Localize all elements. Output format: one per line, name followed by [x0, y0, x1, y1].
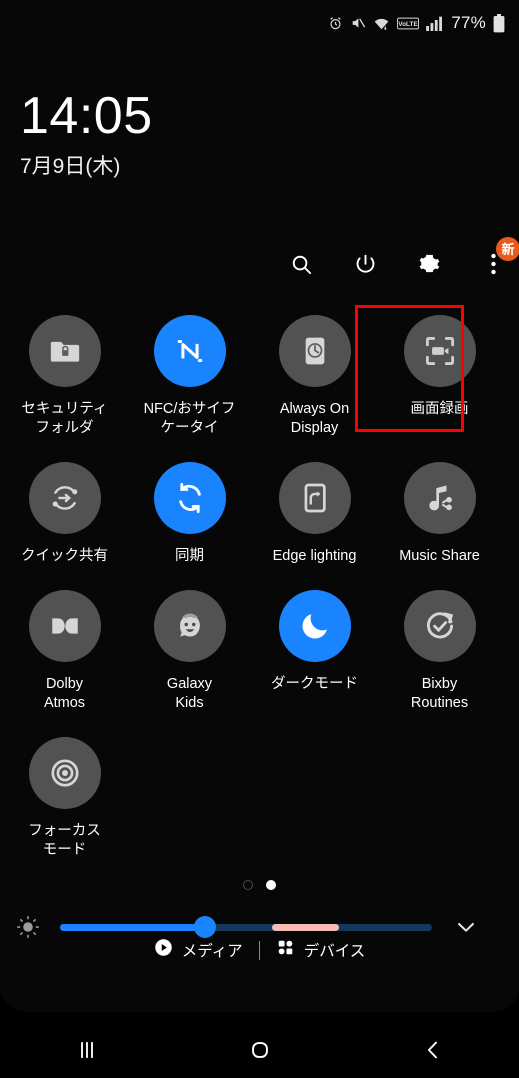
more-options-button[interactable]: 新 — [475, 237, 519, 282]
page-indicator — [0, 880, 519, 890]
tile-label: 同期 — [175, 548, 204, 564]
tile-nfc[interactable]: NFC/おサイフ ケータイ — [127, 315, 252, 438]
tile-grid: セキュリティフォルダ NFC/おサイフケータイ Always OnDisp — [0, 305, 519, 884]
dolby-atmos-icon — [28, 590, 101, 662]
tile-secure-folder[interactable]: セキュリティ フォルダ — [2, 315, 127, 438]
media-button[interactable]: メディア — [138, 938, 259, 962]
tile-label: Always On Display — [279, 401, 350, 436]
sync-icon — [153, 462, 226, 534]
mute-icon — [350, 15, 366, 31]
tile-dark-mode[interactable]: ダークモード — [252, 590, 377, 713]
tile-always-on-display[interactable]: Always On Display — [252, 315, 377, 438]
screen-record-icon — [403, 315, 476, 387]
volte-icon: VoLTE — [397, 17, 420, 30]
search-button[interactable] — [283, 246, 319, 282]
clock-time: 14:05 — [20, 87, 153, 145]
tile-label: Dolby Atmos — [43, 676, 86, 711]
panel-footer: メディア デバイス — [0, 938, 519, 962]
focus-mode-icon — [28, 737, 101, 809]
edge-lighting-icon — [278, 462, 351, 534]
tile-sync[interactable]: 同期 — [127, 462, 252, 566]
tile-label: Music Share — [399, 548, 480, 564]
tile-label: セキュリティ フォルダ — [21, 401, 108, 436]
brightness-icon — [6, 914, 50, 940]
tile-music-share[interactable]: Music Share — [377, 462, 502, 566]
home-icon[interactable] — [173, 1022, 346, 1078]
recents-icon[interactable] — [0, 1022, 173, 1078]
nfc-icon — [153, 315, 226, 387]
battery-percent-label: 77% — [451, 13, 486, 32]
always-on-display-icon — [278, 315, 351, 387]
moon-icon — [278, 590, 351, 662]
chevron-down-icon[interactable] — [438, 914, 494, 940]
brightness-slider[interactable] — [60, 916, 432, 938]
galaxy-kids-icon — [153, 590, 226, 662]
media-label: メディア — [181, 943, 243, 960]
devices-label: デバイス — [303, 943, 366, 960]
page-dot-2[interactable] — [266, 880, 276, 890]
tile-label: 画面録画 — [410, 401, 469, 417]
tile-focus-mode[interactable]: フォーカス モード — [2, 737, 127, 860]
slider-fill — [60, 923, 206, 931]
svg-text:VoLTE: VoLTE — [399, 21, 419, 28]
tile-bixby-routines[interactable]: Bixby Routines — [377, 590, 502, 713]
quick-settings-panel: VoLTE 77% 14:05 7月9日(木) 新 セキュリティ フォルダ NF… — [0, 0, 519, 1012]
tile-label: フォーカス モード — [28, 823, 101, 858]
bixby-routines-icon — [403, 590, 476, 662]
tile-label: Edge lighting — [272, 548, 357, 564]
tile-dolby-atmos[interactable]: Dolby Atmos — [2, 590, 127, 713]
battery-icon — [493, 13, 505, 33]
new-badge: 新 — [496, 237, 519, 261]
navigation-bar — [0, 1022, 519, 1078]
tile-quick-share[interactable]: クイック共有 — [2, 462, 127, 566]
tile-label: Bixby Routines — [410, 676, 469, 711]
tile-label: NFC/おサイフ ケータイ — [143, 401, 236, 436]
slider-thumb[interactable] — [194, 916, 217, 938]
tile-label: ダークモード — [271, 676, 358, 692]
clock-date: 7月9日(木) — [20, 155, 121, 178]
quick-share-icon — [28, 462, 101, 534]
quick-settings-header: 新 — [283, 237, 519, 282]
signal-icon — [426, 16, 443, 31]
tile-edge-lighting[interactable]: Edge lighting — [252, 462, 377, 566]
lock-folder-icon — [28, 315, 101, 387]
wifi-icon — [373, 16, 390, 31]
slider-pink-segment — [272, 923, 339, 931]
page-dot-1[interactable] — [243, 880, 253, 890]
back-icon[interactable] — [346, 1022, 519, 1078]
devices-button[interactable]: デバイス — [260, 938, 382, 962]
tile-label: クイック共有 — [21, 548, 108, 564]
power-button[interactable] — [347, 246, 383, 282]
grid-dots-icon — [276, 938, 295, 962]
alarm-icon — [328, 16, 343, 31]
play-icon — [154, 938, 173, 962]
tile-screen-record[interactable]: 画面録画 — [355, 305, 502, 438]
clock-block[interactable]: 14:05 7月9日(木) — [20, 88, 153, 180]
tile-galaxy-kids[interactable]: Galaxy Kids — [127, 590, 252, 713]
music-share-icon — [403, 462, 476, 534]
status-bar: VoLTE 77% — [0, 0, 519, 46]
tile-label: Galaxy Kids — [166, 676, 213, 711]
settings-button[interactable] — [411, 246, 447, 282]
